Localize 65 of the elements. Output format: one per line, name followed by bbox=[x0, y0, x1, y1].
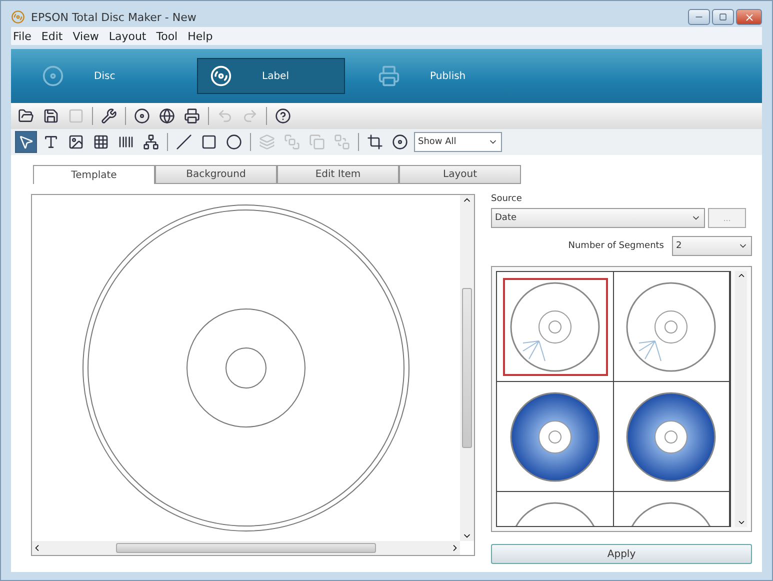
window-title: EPSON Total Disc Maker - New bbox=[31, 10, 196, 24]
template-item[interactable] bbox=[497, 382, 614, 492]
printer-icon bbox=[378, 65, 400, 87]
template-item[interactable] bbox=[614, 272, 730, 382]
menu-item[interactable]: File bbox=[13, 30, 32, 42]
vertical-scrollbar[interactable] bbox=[460, 195, 474, 541]
tree-icon bbox=[143, 134, 159, 150]
line-icon bbox=[176, 134, 192, 150]
menu-item[interactable]: Tool bbox=[156, 30, 178, 42]
wrench-icon bbox=[101, 108, 117, 124]
menu-item[interactable]: View bbox=[72, 30, 99, 42]
panel-tab[interactable]: Layout bbox=[399, 165, 521, 184]
layers-icon bbox=[259, 134, 275, 150]
disc-icon bbox=[210, 65, 232, 87]
image-icon bbox=[68, 134, 84, 150]
view-select[interactable]: Show All bbox=[414, 132, 502, 152]
pointer-tool[interactable] bbox=[15, 131, 37, 153]
template-item[interactable] bbox=[497, 272, 614, 382]
mode-tab[interactable]: Publish bbox=[365, 58, 513, 94]
grid-icon bbox=[93, 134, 109, 150]
panel-tab[interactable]: Background bbox=[155, 165, 277, 184]
disc-icon bbox=[392, 134, 408, 150]
undo-icon bbox=[217, 108, 233, 124]
maximize-icon bbox=[719, 13, 727, 21]
panel-tab[interactable]: Template bbox=[33, 165, 155, 184]
scroll-thumb[interactable] bbox=[462, 288, 472, 448]
ellipse-icon bbox=[226, 134, 242, 150]
redo-icon bbox=[242, 108, 258, 124]
save-icon bbox=[43, 108, 59, 124]
source-label: Source bbox=[491, 194, 523, 204]
bring-front-icon bbox=[284, 134, 300, 150]
apply-button[interactable]: Apply bbox=[491, 544, 752, 564]
panel-tab[interactable]: Edit Item bbox=[277, 165, 399, 184]
horizontal-scrollbar[interactable] bbox=[32, 541, 460, 555]
copy-icon bbox=[309, 134, 325, 150]
minimize-button[interactable] bbox=[688, 9, 710, 25]
app-logo-icon bbox=[11, 10, 25, 24]
maximize-button[interactable] bbox=[712, 9, 734, 25]
disc-icon bbox=[42, 65, 64, 87]
vertical-scrollbar[interactable] bbox=[735, 271, 747, 527]
send-back-icon bbox=[334, 134, 350, 150]
close-icon bbox=[744, 12, 754, 22]
scroll-down-icon bbox=[736, 518, 746, 527]
disc-icon bbox=[134, 108, 150, 124]
crop-icon bbox=[367, 134, 383, 150]
close-button[interactable] bbox=[736, 9, 762, 25]
menu-item[interactable]: Layout bbox=[108, 30, 146, 42]
text-icon bbox=[43, 134, 59, 150]
rectangle-icon bbox=[201, 134, 217, 150]
barcode-icon bbox=[118, 134, 134, 150]
help-icon bbox=[275, 108, 291, 124]
mode-tab[interactable]: Disc bbox=[29, 58, 177, 94]
pointer-icon bbox=[18, 134, 34, 150]
segments-select[interactable]: 2 bbox=[672, 236, 752, 256]
printer-icon bbox=[184, 108, 200, 124]
menu-item[interactable]: Help bbox=[188, 30, 213, 42]
template-item[interactable] bbox=[614, 382, 730, 492]
segments-label: Number of Segments bbox=[568, 241, 664, 251]
mode-tab[interactable]: Label bbox=[197, 58, 345, 94]
scroll-up-icon bbox=[736, 271, 746, 280]
globe-icon bbox=[159, 108, 175, 124]
source-select[interactable]: Date bbox=[491, 208, 705, 228]
menu-item[interactable]: Edit bbox=[41, 30, 63, 42]
folder-icon bbox=[18, 108, 34, 124]
scroll-thumb[interactable] bbox=[116, 543, 376, 553]
